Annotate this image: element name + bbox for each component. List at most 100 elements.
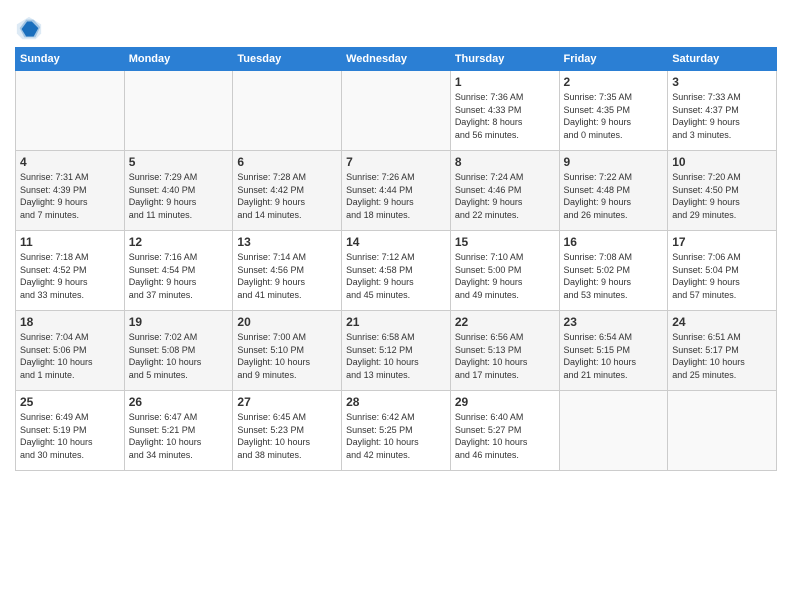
day-info: Sunrise: 7:08 AM Sunset: 5:02 PM Dayligh…	[564, 251, 664, 301]
day-info: Sunrise: 7:26 AM Sunset: 4:44 PM Dayligh…	[346, 171, 446, 221]
day-info: Sunrise: 7:29 AM Sunset: 4:40 PM Dayligh…	[129, 171, 229, 221]
week-row-3: 11 Sunrise: 7:18 AM Sunset: 4:52 PM Dayli…	[16, 231, 777, 311]
day-cell: 23Sunrise: 6:54 AM Sunset: 5:15 PM Dayli…	[559, 311, 668, 391]
day-info: Sunrise: 7:22 AM Sunset: 4:48 PM Dayligh…	[564, 171, 664, 221]
day-number: 9	[564, 155, 664, 169]
day-number: 29	[455, 395, 555, 409]
week-row-4: 18Sunrise: 7:04 AM Sunset: 5:06 PM Dayli…	[16, 311, 777, 391]
header-cell-wednesday: Wednesday	[342, 48, 451, 71]
day-cell: 7 Sunrise: 7:26 AM Sunset: 4:44 PM Daylig…	[342, 151, 451, 231]
day-number: 27	[237, 395, 337, 409]
header-cell-friday: Friday	[559, 48, 668, 71]
day-number: 28	[346, 395, 446, 409]
day-number: 8	[455, 155, 555, 169]
day-info: Sunrise: 7:33 AM Sunset: 4:37 PM Dayligh…	[672, 91, 772, 141]
day-info: Sunrise: 7:02 AM Sunset: 5:08 PM Dayligh…	[129, 331, 229, 381]
header-row: SundayMondayTuesdayWednesdayThursdayFrid…	[16, 48, 777, 71]
day-cell	[124, 71, 233, 151]
logo	[15, 15, 45, 43]
day-info: Sunrise: 7:16 AM Sunset: 4:54 PM Dayligh…	[129, 251, 229, 301]
day-number: 25	[20, 395, 120, 409]
day-info: Sunrise: 7:06 AM Sunset: 5:04 PM Dayligh…	[672, 251, 772, 301]
day-number: 21	[346, 315, 446, 329]
day-info: Sunrise: 6:54 AM Sunset: 5:15 PM Dayligh…	[564, 331, 664, 381]
week-row-2: 4Sunrise: 7:31 AM Sunset: 4:39 PM Daylig…	[16, 151, 777, 231]
day-number: 3	[672, 75, 772, 89]
day-cell	[559, 391, 668, 471]
day-number: 20	[237, 315, 337, 329]
day-number: 18	[20, 315, 120, 329]
day-cell: 3 Sunrise: 7:33 AM Sunset: 4:37 PM Daylig…	[668, 71, 777, 151]
day-info: Sunrise: 7:20 AM Sunset: 4:50 PM Dayligh…	[672, 171, 772, 221]
page-container: SundayMondayTuesdayWednesdayThursdayFrid…	[0, 0, 792, 476]
header-cell-sunday: Sunday	[16, 48, 125, 71]
day-cell: 14Sunrise: 7:12 AM Sunset: 4:58 PM Dayli…	[342, 231, 451, 311]
day-cell: 10 Sunrise: 7:20 AM Sunset: 4:50 PM Dayli…	[668, 151, 777, 231]
day-cell: 4Sunrise: 7:31 AM Sunset: 4:39 PM Daylig…	[16, 151, 125, 231]
day-number: 22	[455, 315, 555, 329]
day-cell: 17 Sunrise: 7:06 AM Sunset: 5:04 PM Dayli…	[668, 231, 777, 311]
day-number: 17	[672, 235, 772, 249]
day-number: 2	[564, 75, 664, 89]
day-number: 13	[237, 235, 337, 249]
day-info: Sunrise: 6:45 AM Sunset: 5:23 PM Dayligh…	[237, 411, 337, 461]
day-info: Sunrise: 7:36 AM Sunset: 4:33 PM Dayligh…	[455, 91, 555, 141]
day-number: 4	[20, 155, 120, 169]
header-cell-monday: Monday	[124, 48, 233, 71]
day-cell: 5Sunrise: 7:29 AM Sunset: 4:40 PM Daylig…	[124, 151, 233, 231]
day-cell: 27 Sunrise: 6:45 AM Sunset: 5:23 PM Dayli…	[233, 391, 342, 471]
day-cell: 21 Sunrise: 6:58 AM Sunset: 5:12 PM Dayli…	[342, 311, 451, 391]
day-cell	[233, 71, 342, 151]
day-number: 10	[672, 155, 772, 169]
day-cell: 20 Sunrise: 7:00 AM Sunset: 5:10 PM Dayli…	[233, 311, 342, 391]
day-cell	[668, 391, 777, 471]
day-cell: 16 Sunrise: 7:08 AM Sunset: 5:02 PM Dayli…	[559, 231, 668, 311]
day-cell: 22 Sunrise: 6:56 AM Sunset: 5:13 PM Dayli…	[450, 311, 559, 391]
day-info: Sunrise: 7:12 AM Sunset: 4:58 PM Dayligh…	[346, 251, 446, 301]
header-cell-tuesday: Tuesday	[233, 48, 342, 71]
day-info: Sunrise: 6:42 AM Sunset: 5:25 PM Dayligh…	[346, 411, 446, 461]
day-cell: 13 Sunrise: 7:14 AM Sunset: 4:56 PM Dayli…	[233, 231, 342, 311]
day-cell: 8 Sunrise: 7:24 AM Sunset: 4:46 PM Daylig…	[450, 151, 559, 231]
day-cell: 11 Sunrise: 7:18 AM Sunset: 4:52 PM Dayli…	[16, 231, 125, 311]
day-number: 24	[672, 315, 772, 329]
day-info: Sunrise: 6:51 AM Sunset: 5:17 PM Dayligh…	[672, 331, 772, 381]
day-info: Sunrise: 6:56 AM Sunset: 5:13 PM Dayligh…	[455, 331, 555, 381]
day-number: 6	[237, 155, 337, 169]
day-info: Sunrise: 7:28 AM Sunset: 4:42 PM Dayligh…	[237, 171, 337, 221]
day-cell: 25Sunrise: 6:49 AM Sunset: 5:19 PM Dayli…	[16, 391, 125, 471]
day-number: 16	[564, 235, 664, 249]
day-info: Sunrise: 7:35 AM Sunset: 4:35 PM Dayligh…	[564, 91, 664, 141]
calendar-table: SundayMondayTuesdayWednesdayThursdayFrid…	[15, 47, 777, 471]
day-info: Sunrise: 7:00 AM Sunset: 5:10 PM Dayligh…	[237, 331, 337, 381]
calendar-header: SundayMondayTuesdayWednesdayThursdayFrid…	[16, 48, 777, 71]
day-cell	[16, 71, 125, 151]
day-number: 11	[20, 235, 120, 249]
day-cell: 28 Sunrise: 6:42 AM Sunset: 5:25 PM Dayli…	[342, 391, 451, 471]
day-number: 26	[129, 395, 229, 409]
header	[15, 10, 777, 43]
logo-icon	[15, 15, 43, 43]
header-cell-saturday: Saturday	[668, 48, 777, 71]
day-cell: 1 Sunrise: 7:36 AM Sunset: 4:33 PM Daylig…	[450, 71, 559, 151]
week-row-5: 25Sunrise: 6:49 AM Sunset: 5:19 PM Dayli…	[16, 391, 777, 471]
day-info: Sunrise: 7:24 AM Sunset: 4:46 PM Dayligh…	[455, 171, 555, 221]
day-info: Sunrise: 7:10 AM Sunset: 5:00 PM Dayligh…	[455, 251, 555, 301]
day-info: Sunrise: 6:40 AM Sunset: 5:27 PM Dayligh…	[455, 411, 555, 461]
day-cell: 29 Sunrise: 6:40 AM Sunset: 5:27 PM Dayli…	[450, 391, 559, 471]
day-cell: 12 Sunrise: 7:16 AM Sunset: 4:54 PM Dayli…	[124, 231, 233, 311]
day-cell: 18Sunrise: 7:04 AM Sunset: 5:06 PM Dayli…	[16, 311, 125, 391]
day-info: Sunrise: 7:14 AM Sunset: 4:56 PM Dayligh…	[237, 251, 337, 301]
day-number: 12	[129, 235, 229, 249]
day-info: Sunrise: 7:18 AM Sunset: 4:52 PM Dayligh…	[20, 251, 120, 301]
day-number: 15	[455, 235, 555, 249]
day-cell: 6 Sunrise: 7:28 AM Sunset: 4:42 PM Daylig…	[233, 151, 342, 231]
day-cell: 19Sunrise: 7:02 AM Sunset: 5:08 PM Dayli…	[124, 311, 233, 391]
day-cell: 9 Sunrise: 7:22 AM Sunset: 4:48 PM Daylig…	[559, 151, 668, 231]
day-info: Sunrise: 6:58 AM Sunset: 5:12 PM Dayligh…	[346, 331, 446, 381]
day-number: 1	[455, 75, 555, 89]
day-number: 7	[346, 155, 446, 169]
day-info: Sunrise: 6:47 AM Sunset: 5:21 PM Dayligh…	[129, 411, 229, 461]
header-cell-thursday: Thursday	[450, 48, 559, 71]
day-cell	[342, 71, 451, 151]
